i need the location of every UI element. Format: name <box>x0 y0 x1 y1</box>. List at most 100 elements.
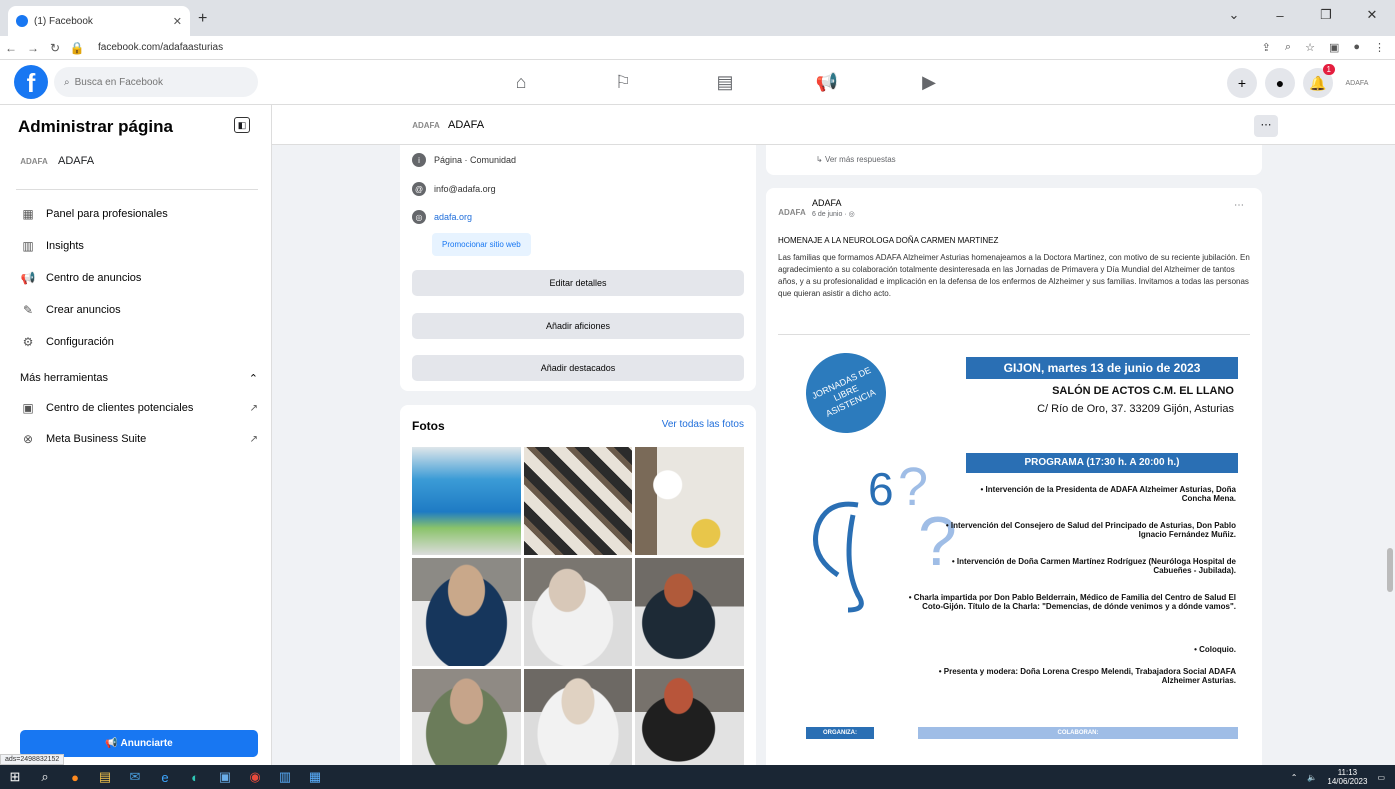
facebook-top-bar: f ⌕ ⌂ ⚐ ▤ 📢 ▶ + ● 🔔1 ADAFA <box>0 60 1395 105</box>
zoom-icon[interactable]: ⌕ <box>1285 41 1291 54</box>
new-tab-icon[interactable]: + <box>198 10 207 28</box>
photo-thumbnail[interactable] <box>523 669 633 770</box>
tray-chevron-icon[interactable]: ⌃ <box>1291 773 1298 782</box>
url-field[interactable]: facebook.com/adafaasturias <box>98 42 223 53</box>
windows-start-icon[interactable]: ⊞ <box>0 765 30 789</box>
taskbar-app-icon[interactable]: ▦ <box>300 765 330 789</box>
sidebar-item-create-ads[interactable]: ✎ Crear anuncios <box>18 301 258 319</box>
mail-icon[interactable]: ✉ <box>120 765 150 789</box>
account-avatar[interactable]: ADAFA <box>1341 69 1373 97</box>
post-poster-image[interactable]: JORNADAS DE LIBRE ASISTENCIA GIJON, mart… <box>778 334 1250 770</box>
volume-icon[interactable]: 🔈 <box>1307 773 1317 782</box>
photos-card: Fotos Ver todas las fotos <box>400 405 756 770</box>
sidebar-item-ads-center[interactable]: 📢 Centro de anuncios <box>18 269 258 287</box>
home-icon[interactable]: ⌂ <box>470 60 572 105</box>
add-hobbies-button[interactable]: Añadir aficiones <box>412 313 744 339</box>
more-tools-section[interactable]: Más herramientas ⌃ <box>20 372 258 385</box>
collapse-sidebar-icon[interactable]: ◧ <box>234 117 250 133</box>
photo-thumbnail[interactable] <box>412 447 521 555</box>
sidebar-item-leads-center[interactable]: ▣ Centro de clientes potenciales ↗ <box>18 399 258 417</box>
create-plus-icon[interactable]: + <box>1227 68 1257 98</box>
sidebar-title: Administrar página <box>18 117 173 136</box>
website-link[interactable]: adafa.org <box>434 212 472 222</box>
sidebar-panel-icon[interactable]: ▣ <box>1329 41 1339 54</box>
reload-icon[interactable]: ↻ <box>44 41 66 55</box>
edge-icon[interactable]: ◐ <box>180 765 210 789</box>
share-icon[interactable]: ⇪ <box>1262 41 1271 54</box>
meta-business-icon: ⊗ <box>22 432 34 446</box>
store-icon[interactable]: ▣ <box>210 765 240 789</box>
photo-thumbnail[interactable] <box>412 669 521 770</box>
poster-program-item: • Coloquio. <box>1194 645 1236 654</box>
divider <box>16 189 258 190</box>
photo-thumbnail[interactable] <box>635 669 744 770</box>
photo-thumbnail[interactable] <box>635 447 744 555</box>
see-all-photos-link[interactable]: Ver todas las fotos <box>662 419 744 430</box>
globe-icon: ◎ <box>412 210 426 224</box>
clock-time: 11:13 <box>1337 768 1358 777</box>
page-scrollbar[interactable] <box>1387 548 1393 592</box>
watch-video-icon[interactable]: ▶ <box>878 60 980 105</box>
taskbar-app-icon[interactable]: ▥ <box>270 765 300 789</box>
file-explorer-icon[interactable]: ▤ <box>90 765 120 789</box>
photo-thumbnail[interactable] <box>523 558 633 666</box>
browser-tab[interactable]: (1) Facebook ✕ <box>8 6 190 36</box>
tab-search-icon[interactable]: ⌄ <box>1211 0 1257 30</box>
sidebar-item-business-suite[interactable]: ⊗ Meta Business Suite ↗ <box>18 430 258 448</box>
post-date[interactable]: 6 de junio · ◎ <box>812 210 855 218</box>
window-controls: ⌄ – ❐ ✕ <box>1211 0 1395 30</box>
internet-explorer-icon[interactable]: e <box>150 765 180 789</box>
poster-program-bar: PROGRAMA (17:30 h. A 20:00 h.) <box>966 453 1238 473</box>
main-nav: ⌂ ⚐ ▤ 📢 ▶ <box>470 60 980 105</box>
post-options-icon[interactable]: ⋯ <box>1234 200 1244 211</box>
page-header-name[interactable]: ADAFA <box>448 119 484 131</box>
bookmark-star-icon[interactable]: ☆ <box>1305 41 1315 54</box>
back-icon[interactable]: ← <box>0 41 22 55</box>
globe-icon: ◎ <box>848 211 855 218</box>
messenger-icon[interactable]: ● <box>1265 68 1295 98</box>
sidebar-item-label: Centro de clientes potenciales <box>46 402 194 414</box>
sidebar-page-switcher[interactable]: ADAFA ADAFA <box>20 147 94 175</box>
close-tab-icon[interactable]: ✕ <box>173 15 182 28</box>
photo-grid <box>412 447 744 770</box>
chrome-icon[interactable]: ◉ <box>240 765 270 789</box>
category-text: Página · Comunidad <box>434 155 517 165</box>
edit-details-button[interactable]: Editar detalles <box>412 270 744 296</box>
notifications-bell-icon[interactable]: 🔔 1 <box>1303 64 1335 98</box>
sidebar-item-insights[interactable]: ▥ Insights <box>18 237 258 255</box>
more-options-icon[interactable]: ⋯ <box>1254 115 1278 137</box>
promote-website-button[interactable]: Promocionar sitio web <box>432 233 531 256</box>
post-author-name[interactable]: ADAFA <box>812 198 842 208</box>
pages-flag-icon[interactable]: ⚐ <box>572 60 674 105</box>
minimize-icon[interactable]: – <box>1257 0 1303 30</box>
sidebar-item-settings[interactable]: ⚙ Configuración <box>18 333 258 351</box>
photo-thumbnail[interactable] <box>523 447 633 555</box>
sidebar-item-panel[interactable]: ▦ Panel para profesionales <box>18 205 258 223</box>
email-text[interactable]: info@adafa.org <box>434 184 496 194</box>
post-author-avatar[interactable]: ADAFA <box>778 198 806 226</box>
search-box[interactable]: ⌕ <box>54 67 258 97</box>
add-featured-button[interactable]: Añadir destacados <box>412 355 744 381</box>
close-window-icon[interactable]: ✕ <box>1349 0 1395 30</box>
website-row: ◎ adafa.org <box>412 210 472 224</box>
photo-thumbnail[interactable] <box>635 558 744 666</box>
search-input[interactable] <box>74 76 235 88</box>
photos-title: Fotos <box>412 419 445 433</box>
clock[interactable]: 11:13 14/06/2023 <box>1327 768 1367 786</box>
marketplace-icon[interactable]: ▤ <box>674 60 776 105</box>
action-center-icon[interactable]: ▭ <box>1377 773 1385 782</box>
system-tray: ⌃ 🔈 11:13 14/06/2023 ▭ <box>1291 768 1385 786</box>
advertise-button[interactable]: 📢 Anunciarte <box>20 730 258 757</box>
search-icon[interactable]: ⌕ <box>30 765 60 789</box>
address-bar-row: ← → ↻ 🔒 facebook.com/adafaasturias ⇪ ⌕ ☆… <box>0 36 1395 60</box>
maximize-icon[interactable]: ❐ <box>1303 0 1349 30</box>
forward-icon[interactable]: → <box>22 41 44 55</box>
facebook-logo-icon[interactable]: f <box>14 65 48 99</box>
ads-megaphone-icon[interactable]: 📢 <box>776 60 878 105</box>
photo-thumbnail[interactable] <box>412 558 521 666</box>
status-url-tooltip: ads=2498832152 <box>0 754 65 765</box>
profile-icon[interactable]: ● <box>1353 41 1360 54</box>
menu-kebab-icon[interactable]: ⋮ <box>1374 41 1385 54</box>
more-replies-link[interactable]: ↳ Ver más respuestas <box>816 155 896 164</box>
firefox-icon[interactable]: ● <box>60 765 90 789</box>
